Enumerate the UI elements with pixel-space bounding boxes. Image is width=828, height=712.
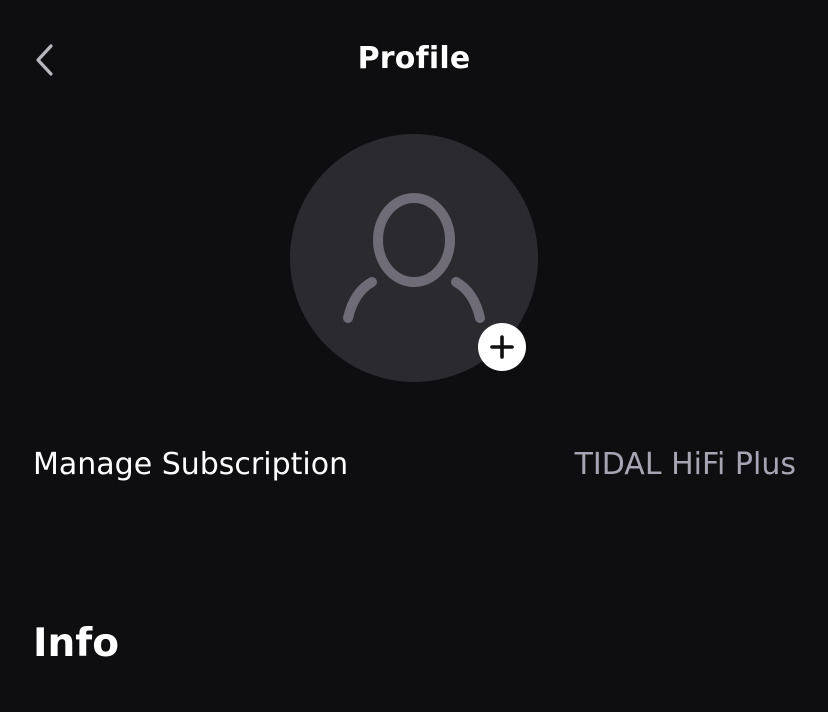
subscription-plan-value: TIDAL HiFi Plus <box>574 447 796 482</box>
plus-icon <box>490 335 514 359</box>
add-photo-button[interactable] <box>478 323 526 371</box>
info-section-title: Info <box>33 621 120 666</box>
profile-avatar-area <box>290 134 538 382</box>
page-title: Profile <box>357 41 471 76</box>
manage-subscription-label: Manage Subscription <box>33 447 349 482</box>
manage-subscription-row[interactable]: Manage Subscription TIDAL HiFi Plus <box>0 430 828 502</box>
top-bar: Profile <box>0 0 828 118</box>
